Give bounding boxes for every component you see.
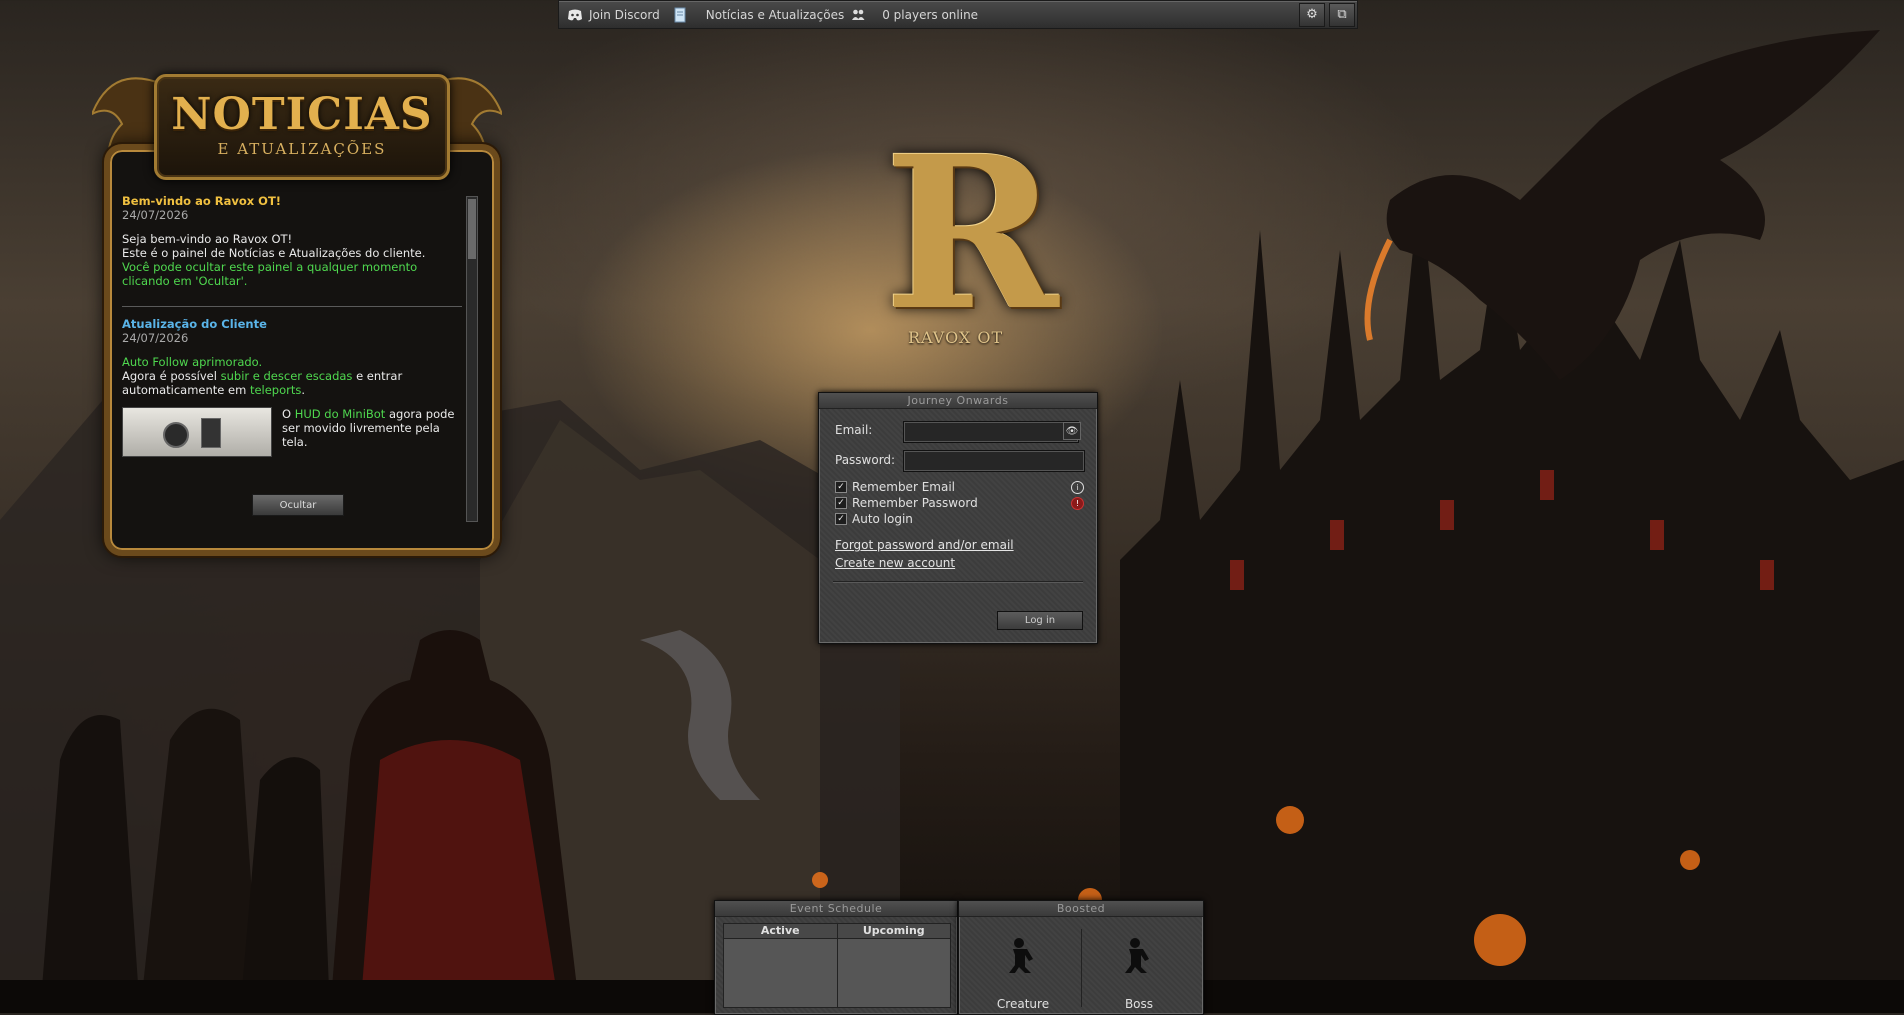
forgot-password-link[interactable]: Forgot password and/or email bbox=[835, 538, 1014, 552]
email-field[interactable] bbox=[903, 421, 1079, 443]
create-account-link[interactable]: Create new account bbox=[835, 556, 955, 570]
article-text: Este é o painel de Notícias e Atualizaçõ… bbox=[122, 246, 426, 260]
players-icon bbox=[850, 7, 866, 23]
tab-active[interactable]: Active bbox=[724, 924, 837, 938]
event-schedule-title: Event Schedule bbox=[715, 901, 957, 917]
creature-silhouette-icon bbox=[971, 935, 1075, 983]
news-panel: NOTICIAS E ATUALIZAÇÕES Bem-vindo ao Rav… bbox=[92, 54, 502, 556]
scroll-icon-button[interactable] bbox=[668, 1, 698, 28]
article-image-row: O HUD do MiniBot agora pode ser movido l… bbox=[122, 407, 462, 457]
join-discord-label: Join Discord bbox=[589, 7, 660, 22]
ravox-logo: R RAVOX OT bbox=[866, 110, 1059, 364]
discord-icon bbox=[567, 7, 583, 23]
news-header: NOTICIAS E ATUALIZAÇÕES bbox=[154, 74, 450, 180]
window-icon: ⧉ bbox=[1337, 7, 1347, 22]
logo-text: RAVOX OT bbox=[908, 328, 1004, 347]
auto-login-checkbox[interactable]: ✓ Auto login bbox=[835, 512, 913, 526]
eye-icon: 👁 bbox=[1065, 425, 1079, 437]
fullscreen-button[interactable]: ⧉ bbox=[1329, 2, 1355, 27]
news-updates-button[interactable]: Notícias e Atualizações bbox=[698, 1, 874, 28]
boosted-boss-slot[interactable]: Boss bbox=[1087, 925, 1191, 1011]
gear-icon: ⚙ bbox=[1306, 7, 1318, 22]
scroll-icon bbox=[672, 7, 688, 23]
boosted-creature-slot[interactable]: Creature bbox=[971, 925, 1075, 1011]
boosted-window: Boosted Creature Boss bbox=[958, 900, 1204, 1015]
article-highlight: Você pode ocultar este painel a qualquer… bbox=[122, 260, 418, 288]
article-title: Bem-vindo ao Ravox OT! bbox=[122, 194, 282, 208]
top-bar: Join Discord Notícias e Atualizações 0 p… bbox=[558, 0, 1358, 29]
minibot-hud-screenshot bbox=[122, 407, 272, 457]
event-schedule-window: Event Schedule Active Upcoming bbox=[714, 900, 958, 1015]
news-article: Bem-vindo ao Ravox OT! 24/07/2026 Seja b… bbox=[122, 194, 462, 296]
remember-email-label: Remember Email bbox=[852, 480, 955, 494]
hide-news-button[interactable]: Ocultar bbox=[252, 494, 344, 516]
news-title: NOTICIAS bbox=[171, 89, 433, 140]
news-scrollbar[interactable] bbox=[466, 196, 478, 522]
settings-button[interactable]: ⚙ bbox=[1299, 2, 1325, 27]
password-label: Password: bbox=[835, 453, 896, 467]
logo-letter: R bbox=[884, 110, 1059, 357]
info-icon[interactable]: i bbox=[1071, 481, 1084, 494]
tab-upcoming[interactable]: Upcoming bbox=[836, 924, 951, 938]
checkbox-check[interactable]: ✓ bbox=[835, 513, 847, 525]
article-highlight: Auto Follow aprimorado. bbox=[122, 355, 263, 369]
login-window-title: Journey Onwards bbox=[819, 393, 1097, 409]
event-schedule-header: Active Upcoming bbox=[723, 923, 951, 939]
news-updates-label: Notícias e Atualizações bbox=[705, 7, 845, 22]
checkbox-check[interactable]: ✓ bbox=[835, 497, 847, 509]
remember-email-checkbox[interactable]: ✓ Remember Email bbox=[835, 480, 955, 494]
article-title: Atualização do Cliente bbox=[122, 317, 267, 331]
active-events-list[interactable] bbox=[724, 939, 837, 1007]
upcoming-events-list[interactable] bbox=[836, 939, 950, 1007]
email-label: Email: bbox=[835, 423, 873, 437]
warning-icon[interactable]: ! bbox=[1071, 497, 1084, 510]
auto-login-label: Auto login bbox=[852, 512, 913, 526]
boss-silhouette-icon bbox=[1087, 935, 1191, 983]
login-window: Journey Onwards Email: 👁 Password: ✓ Rem… bbox=[818, 392, 1098, 644]
divider bbox=[1081, 929, 1082, 1007]
join-discord-button[interactable]: Join Discord bbox=[559, 1, 668, 28]
article-date: 24/07/2026 bbox=[122, 331, 189, 345]
remember-password-checkbox[interactable]: ✓ Remember Password bbox=[835, 496, 978, 510]
show-email-button[interactable]: 👁 bbox=[1063, 422, 1081, 440]
password-field[interactable] bbox=[903, 450, 1085, 472]
news-articles[interactable]: Bem-vindo ao Ravox OT! 24/07/2026 Seja b… bbox=[122, 194, 462, 524]
article-text: Seja bem-vindo ao Ravox OT! bbox=[122, 232, 293, 246]
checkbox-check[interactable]: ✓ bbox=[835, 481, 847, 493]
news-subtitle: E ATUALIZAÇÕES bbox=[217, 140, 387, 158]
scrollbar-thumb[interactable] bbox=[468, 199, 476, 259]
remember-password-label: Remember Password bbox=[852, 496, 978, 510]
event-schedule-lists bbox=[723, 938, 951, 1008]
article-date: 24/07/2026 bbox=[122, 208, 189, 222]
news-article: Atualização do Cliente 24/07/2026 Auto F… bbox=[122, 306, 462, 457]
login-button[interactable]: Log in bbox=[997, 611, 1083, 630]
players-online: 0 players online bbox=[882, 7, 979, 22]
boosted-creature-label: Creature bbox=[996, 997, 1050, 1011]
article-text: Agora é possível subir e descer escadas … bbox=[122, 369, 403, 397]
boosted-boss-label: Boss bbox=[1124, 997, 1154, 1011]
boosted-title: Boosted bbox=[959, 901, 1203, 917]
divider bbox=[833, 581, 1083, 583]
